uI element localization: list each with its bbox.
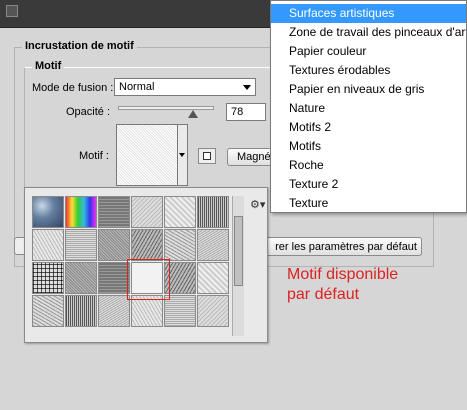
menu-item[interactable]: Papier couleur	[271, 42, 466, 61]
pattern-dropdown-button[interactable]	[178, 124, 188, 186]
menu-item[interactable]: Motifs	[271, 137, 466, 156]
chevron-down-icon	[179, 153, 185, 157]
menu-item[interactable]: Motifs 2	[271, 118, 466, 137]
pattern-tile[interactable]	[131, 229, 163, 261]
pattern-tile[interactable]	[197, 295, 229, 327]
annotation-line: par défaut	[287, 286, 360, 303]
pattern-tile[interactable]	[65, 229, 97, 261]
annotation-text: Motif disponible par défaut	[287, 265, 398, 305]
pattern-tile[interactable]	[131, 196, 163, 228]
opacity-label: Opacité :	[66, 106, 111, 118]
new-pattern-icon	[203, 152, 211, 160]
pattern-tile[interactable]	[197, 196, 229, 228]
pattern-tile[interactable]	[32, 229, 64, 261]
default-pattern-highlight	[127, 259, 170, 300]
group-title: Incrustation de motif	[22, 40, 137, 52]
pattern-tile[interactable]	[65, 262, 97, 294]
opacity-slider[interactable]	[118, 106, 214, 110]
opacity-slider-thumb[interactable]	[187, 110, 198, 118]
gear-icon[interactable]: ⚙▾	[250, 198, 265, 211]
menu-item[interactable]: Roche	[271, 156, 466, 175]
picker-scrollbar[interactable]	[232, 196, 244, 336]
menu-item[interactable]: Papier en niveaux de gris	[271, 80, 466, 99]
pattern-tile[interactable]	[65, 295, 97, 327]
pattern-tile-bubbles[interactable]	[32, 196, 64, 228]
opacity-input[interactable]: 78	[226, 103, 266, 121]
pattern-tile[interactable]	[32, 262, 64, 294]
pattern-tile[interactable]	[197, 229, 229, 261]
menu-item[interactable]: Textures érodables	[271, 61, 466, 80]
pattern-tile-rainbow[interactable]	[65, 196, 97, 228]
pattern-swatch[interactable]	[116, 124, 178, 186]
pattern-tile[interactable]	[164, 196, 196, 228]
pattern-tile[interactable]	[98, 229, 130, 261]
menu-item[interactable]: Nature	[271, 99, 466, 118]
reset-defaults-button[interactable]: rer les paramètres par défaut	[262, 237, 422, 256]
pattern-tile[interactable]	[98, 262, 130, 294]
blend-mode-label: Mode de fusion :	[32, 82, 114, 94]
scrollbar-thumb[interactable]	[234, 216, 243, 286]
menu-item[interactable]: Texture	[271, 194, 466, 213]
blend-mode-select[interactable]: Normal	[114, 78, 256, 96]
pattern-tile[interactable]	[197, 262, 229, 294]
subgroup-title: Motif	[32, 60, 65, 72]
menu-item[interactable]: Texture 2	[271, 175, 466, 194]
pattern-tile[interactable]	[98, 196, 130, 228]
pattern-tile[interactable]	[98, 295, 130, 327]
menu-item[interactable]: Surfaces artistiques	[271, 4, 466, 23]
chevron-down-icon	[243, 85, 251, 90]
pattern-tile[interactable]	[32, 295, 64, 327]
window-button[interactable]	[6, 5, 18, 17]
menu-item[interactable]: Zone de travail des pinceaux d'artiste	[271, 23, 466, 42]
blend-mode-value: Normal	[119, 81, 155, 93]
pattern-label: Motif :	[79, 150, 109, 162]
annotation-line: Motif disponible	[287, 266, 399, 283]
new-pattern-button[interactable]	[198, 148, 216, 164]
pattern-library-menu: Surfaces artistiques Zone de travail des…	[270, 0, 467, 213]
pattern-tile[interactable]	[164, 229, 196, 261]
